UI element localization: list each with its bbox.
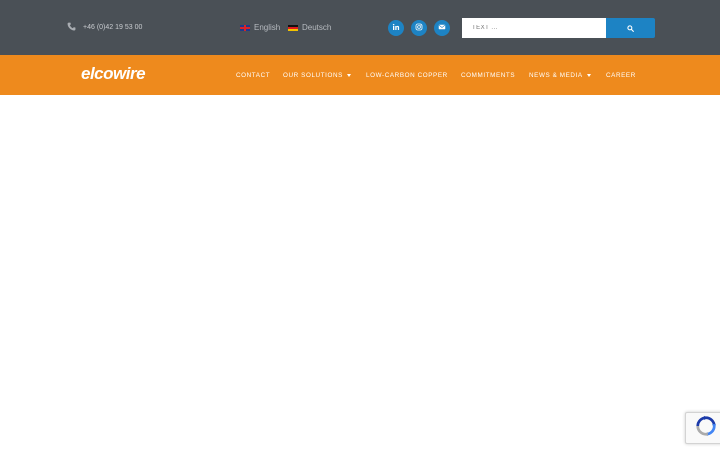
main-navigation: elcowire CONTACT OUR SOLUTIONS LOW-CARBO… — [0, 55, 720, 95]
recaptcha-icon — [695, 415, 717, 442]
site-logo[interactable]: elcowire — [81, 64, 146, 84]
nav-our-solutions[interactable]: OUR SOLUTIONS — [283, 72, 351, 79]
nav-news-media[interactable]: NEWS & MEDIA — [529, 72, 591, 79]
language-label: Deutsch — [302, 23, 332, 32]
nav-low-carbon-copper[interactable]: LOW-CARBON COPPER — [366, 72, 448, 79]
nav-label: COMMITMENTS — [461, 72, 516, 79]
recaptcha-badge[interactable] — [685, 412, 720, 444]
search-icon — [627, 19, 634, 37]
phone-icon — [67, 22, 76, 33]
chevron-down-icon — [586, 74, 591, 77]
nav-label: CAREER — [606, 72, 636, 79]
phone-contact[interactable]: +46 (0)42 19 53 00 — [67, 22, 142, 33]
search-button[interactable] — [606, 18, 655, 38]
linkedin-link[interactable] — [388, 20, 404, 36]
search-input[interactable] — [462, 18, 606, 38]
instagram-link[interactable] — [411, 20, 427, 36]
email-link[interactable] — [434, 20, 450, 36]
nav-contact[interactable]: CONTACT — [236, 72, 270, 79]
search-form — [462, 18, 655, 38]
nav-label: LOW-CARBON COPPER — [366, 72, 448, 79]
envelope-icon — [438, 23, 446, 33]
nav-label: OUR SOLUTIONS — [283, 72, 343, 79]
phone-number: +46 (0)42 19 53 00 — [83, 24, 143, 31]
chevron-down-icon — [346, 74, 351, 77]
nav-label: CONTACT — [236, 72, 271, 79]
language-english[interactable]: English — [240, 23, 280, 32]
language-deutsch[interactable]: Deutsch — [288, 23, 331, 32]
nav-career[interactable]: CAREER — [606, 72, 636, 79]
nav-label: NEWS & MEDIA — [529, 72, 583, 79]
nav-commitments[interactable]: COMMITMENTS — [461, 72, 515, 79]
instagram-icon — [415, 23, 423, 33]
top-bar: +46 (0)42 19 53 00 English Deutsch — [0, 0, 720, 55]
linkedin-icon — [392, 23, 400, 33]
language-label: English — [254, 23, 281, 32]
de-flag-icon — [288, 24, 298, 31]
uk-flag-icon — [240, 24, 250, 31]
